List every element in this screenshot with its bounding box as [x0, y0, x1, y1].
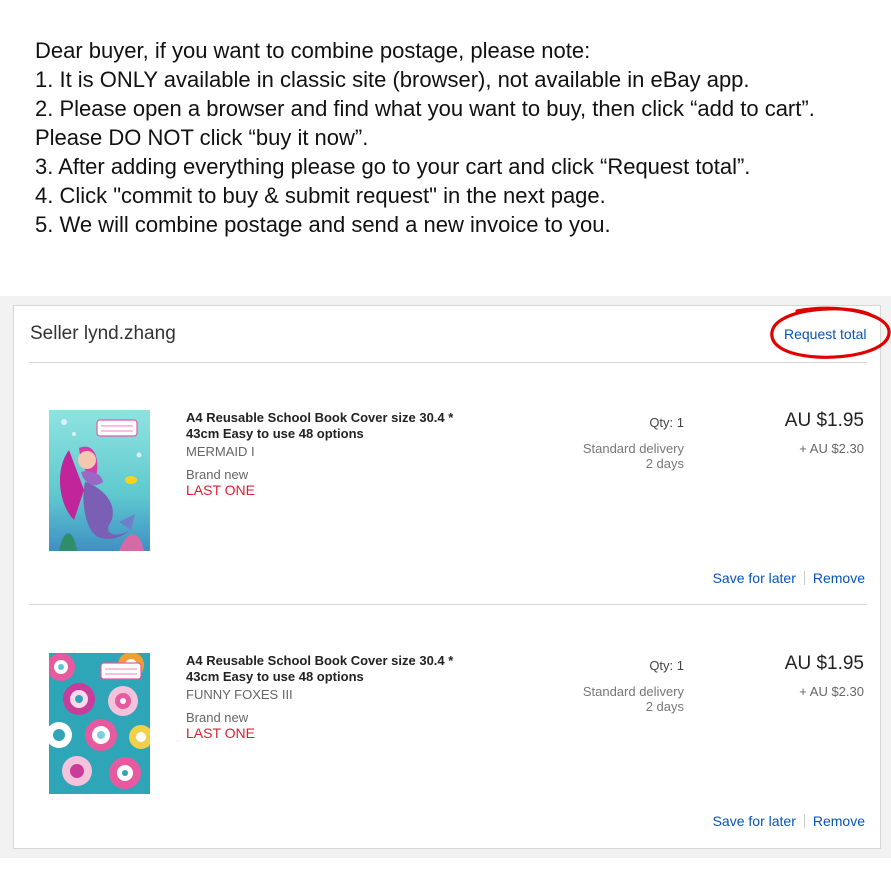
quantity-selector[interactable]: Qty: 1: [649, 658, 684, 673]
notice-intro: Dear buyer, if you want to combine posta…: [35, 38, 591, 63]
remove-link[interactable]: Remove: [813, 570, 865, 586]
action-separator: [803, 571, 805, 585]
item-variant: MERMAID I: [186, 444, 255, 459]
quantity-selector[interactable]: Qty: 1: [649, 415, 684, 430]
shipping-info: Standard delivery 2 days: [544, 684, 684, 714]
stock-status: LAST ONE: [186, 725, 255, 741]
item-actions: Save for later Remove: [713, 813, 865, 829]
delivery-time: 2 days: [645, 699, 684, 714]
item-title[interactable]: A4 Reusable School Book Cover size 30.4 …: [186, 410, 486, 442]
postage-cost: + AU $2.30: [799, 684, 864, 699]
item-variant: FUNNY FOXES III: [186, 687, 293, 702]
item-condition: Brand new: [186, 710, 249, 725]
delivery-method: Standard delivery: [582, 441, 684, 456]
item-price: AU $1.95: [784, 653, 864, 674]
foxes-pattern-illustration: [49, 653, 150, 794]
product-image-mermaid[interactable]: [49, 410, 150, 551]
save-for-later-link[interactable]: Save for later: [713, 570, 796, 586]
item-actions: Save for later Remove: [713, 570, 865, 586]
item-divider: [29, 604, 867, 605]
combine-postage-notice: Dear buyer, if you want to combine posta…: [35, 36, 875, 239]
seller-cart-panel: Seller lynd.zhang Request total A4 Reusa…: [13, 305, 891, 849]
notice-step-3: 3. After adding everything please go to …: [35, 154, 751, 179]
delivery-time: 2 days: [645, 456, 684, 471]
notice-step-5: 5. We will combine postage and send a ne…: [35, 212, 611, 237]
delivery-method: Standard delivery: [582, 684, 684, 699]
item-price: AU $1.95: [784, 410, 864, 431]
stock-status: LAST ONE: [186, 482, 255, 498]
seller-name: Seller lynd.zhang: [30, 323, 176, 344]
cart-item: A4 Reusable School Book Cover size 30.4 …: [14, 606, 880, 848]
action-separator: [803, 814, 805, 828]
notice-step-4: 4. Click "commit to buy & submit request…: [35, 183, 606, 208]
notice-step-1: 1. It is ONLY available in classic site …: [35, 67, 750, 92]
save-for-later-link[interactable]: Save for later: [713, 813, 796, 829]
item-title[interactable]: A4 Reusable School Book Cover size 30.4 …: [186, 653, 486, 685]
notice-step-2: 2. Please open a browser and find what y…: [35, 96, 815, 150]
item-condition: Brand new: [186, 467, 249, 482]
postage-cost: + AU $2.30: [799, 441, 864, 456]
shipping-info: Standard delivery 2 days: [544, 441, 684, 471]
remove-link[interactable]: Remove: [813, 813, 865, 829]
red-circle-annotation: [770, 306, 891, 359]
mermaid-illustration: [49, 410, 150, 551]
cart-item: A4 Reusable School Book Cover size 30.4 …: [14, 363, 880, 605]
product-image-funny-foxes[interactable]: [49, 653, 150, 794]
